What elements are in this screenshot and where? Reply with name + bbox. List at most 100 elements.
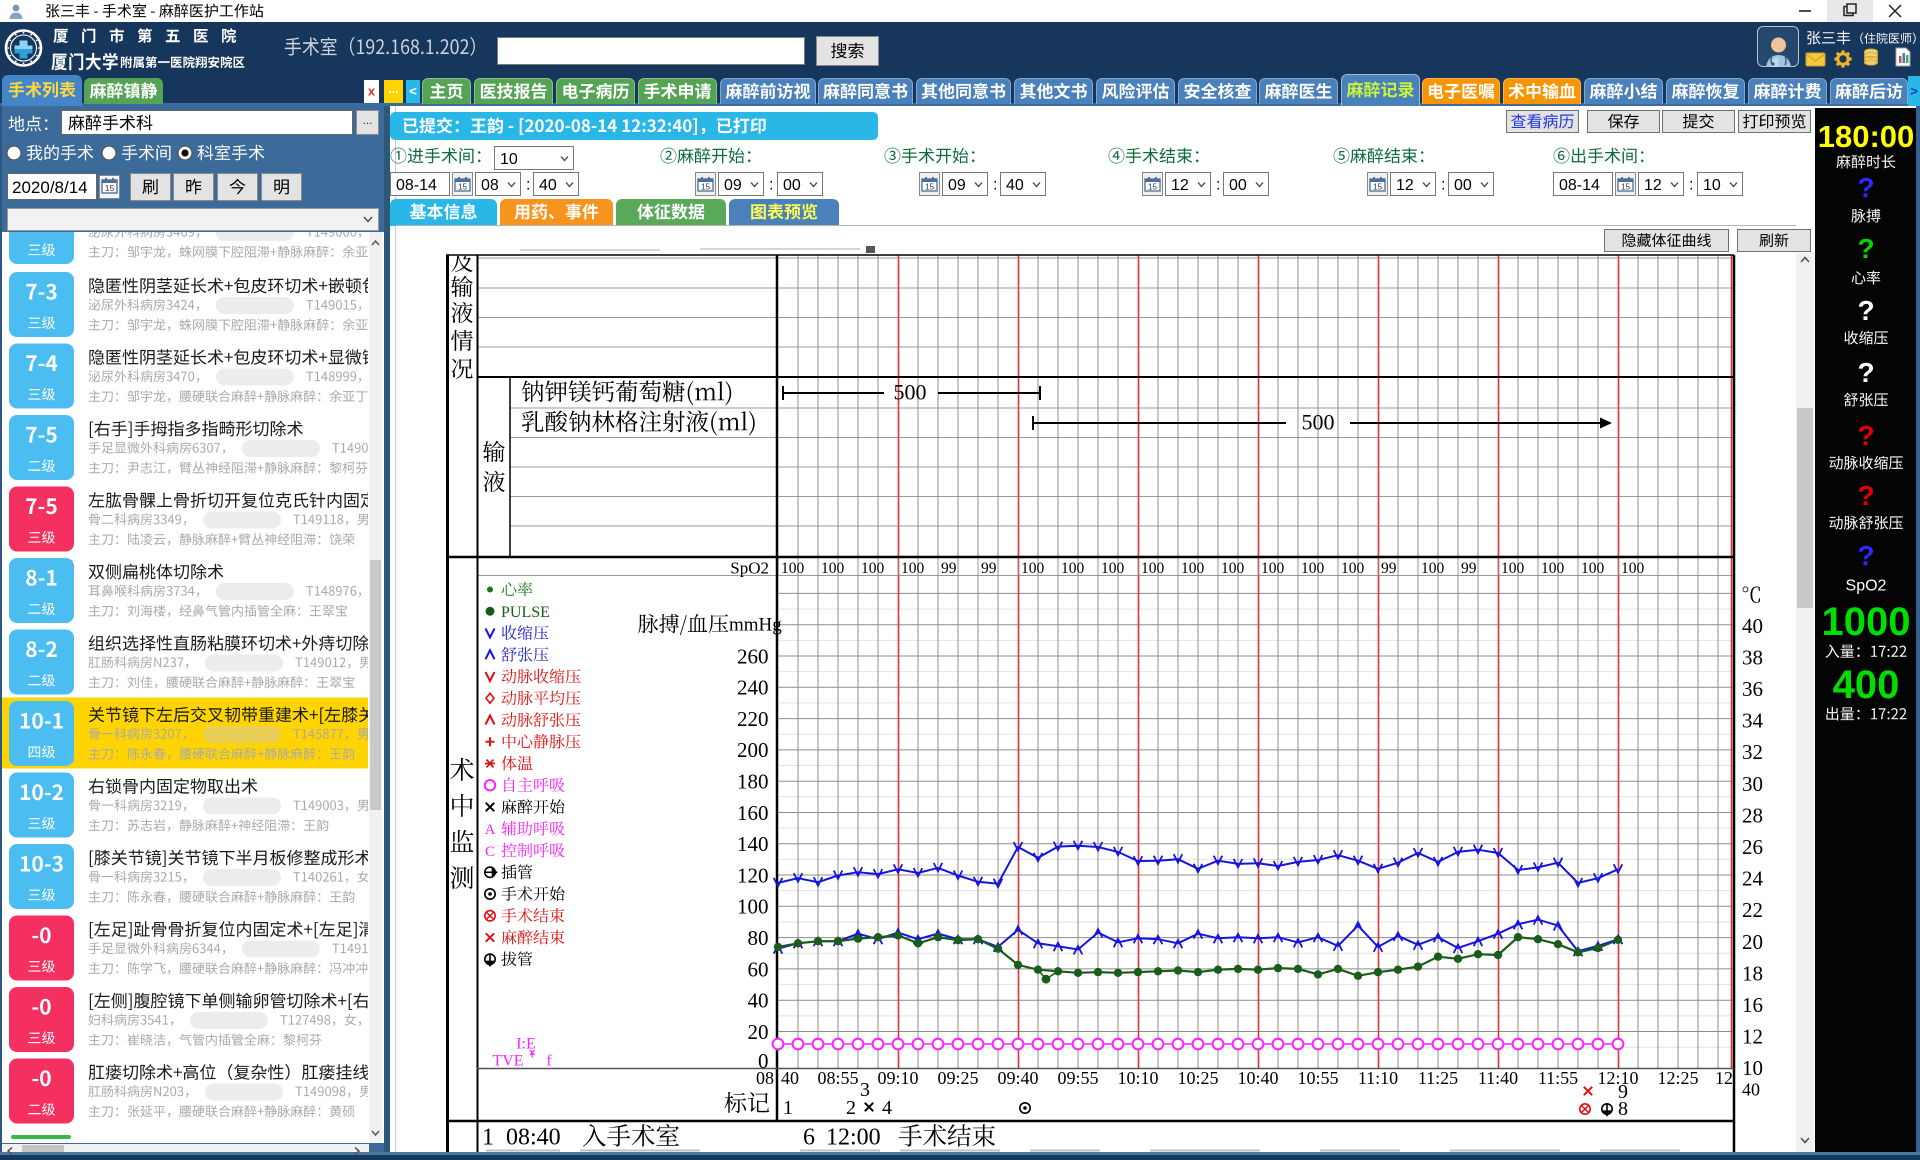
svg-text:6: 6 xyxy=(803,1124,815,1150)
svg-text:38: 38 xyxy=(1742,645,1763,669)
svg-text:100: 100 xyxy=(1581,560,1605,577)
svg-text:?: ? xyxy=(1857,420,1874,451)
svg-text:34: 34 xyxy=(1742,709,1764,733)
svg-text:100: 100 xyxy=(1341,560,1365,577)
svg-text:...: ... xyxy=(362,113,372,127)
svg-text:12: 12 xyxy=(1644,177,1662,194)
svg-text:11:40: 11:40 xyxy=(1478,1068,1518,1088)
svg-text:09: 09 xyxy=(724,177,742,194)
svg-text:180: 180 xyxy=(737,770,769,794)
svg-text:40: 40 xyxy=(1742,1079,1760,1099)
svg-text:100: 100 xyxy=(861,560,885,577)
svg-text:f: f xyxy=(546,1053,552,1070)
svg-text:18: 18 xyxy=(1742,961,1763,985)
svg-text:?: ? xyxy=(1857,480,1874,511)
svg-text:99: 99 xyxy=(1381,560,1397,577)
svg-text:22: 22 xyxy=(1742,898,1763,922)
svg-text:20: 20 xyxy=(1742,930,1763,954)
svg-text:10: 10 xyxy=(1703,177,1721,194)
svg-text:09:55: 09:55 xyxy=(1057,1068,1098,1088)
svg-text:40: 40 xyxy=(1742,614,1763,638)
svg-text:240: 240 xyxy=(737,676,769,700)
svg-text:100: 100 xyxy=(737,895,769,919)
svg-text:15: 15 xyxy=(925,182,934,191)
svg-text:12: 12 xyxy=(1396,177,1414,194)
svg-text:15: 15 xyxy=(105,183,115,193)
svg-text:200: 200 xyxy=(737,738,769,762)
svg-text:12:25: 12:25 xyxy=(1657,1068,1698,1088)
svg-text:09:40: 09:40 xyxy=(997,1068,1038,1088)
svg-text:15: 15 xyxy=(1148,182,1157,191)
svg-text:?: ? xyxy=(1857,357,1874,388)
svg-text:100: 100 xyxy=(781,560,805,577)
svg-text:1: 1 xyxy=(783,1097,793,1119)
svg-text:100: 100 xyxy=(1621,560,1645,577)
svg-text:100: 100 xyxy=(821,560,845,577)
svg-text:100: 100 xyxy=(1141,560,1165,577)
svg-text:TVE: TVE xyxy=(492,1053,523,1070)
svg-text:100: 100 xyxy=(1181,560,1205,577)
svg-text:A: A xyxy=(485,822,496,838)
svg-text:10:25: 10:25 xyxy=(1177,1068,1218,1088)
svg-text:11:25: 11:25 xyxy=(1418,1068,1458,1088)
svg-text::: : xyxy=(769,177,773,194)
svg-text:100: 100 xyxy=(1021,560,1045,577)
svg-text:26: 26 xyxy=(1742,835,1763,859)
svg-text::: : xyxy=(1441,177,1445,194)
svg-text:28: 28 xyxy=(1742,803,1763,827)
svg-text:100: 100 xyxy=(1421,560,1445,577)
svg-text:08: 08 xyxy=(481,177,499,194)
svg-text:180:00: 180:00 xyxy=(1818,119,1915,154)
svg-text:100: 100 xyxy=(1501,560,1525,577)
svg-text:32: 32 xyxy=(1742,740,1763,764)
svg-text:40: 40 xyxy=(539,177,557,194)
svg-text:260: 260 xyxy=(737,644,769,668)
svg-text:09: 09 xyxy=(948,177,966,194)
svg-text:12:00: 12:00 xyxy=(826,1124,881,1150)
svg-text:10:40: 10:40 xyxy=(1237,1068,1278,1088)
svg-text:80: 80 xyxy=(748,926,769,950)
svg-text:500: 500 xyxy=(1302,410,1335,435)
svg-text:3: 3 xyxy=(860,1079,870,1101)
svg-text:220: 220 xyxy=(737,707,769,731)
svg-text:10: 10 xyxy=(500,151,518,168)
svg-text:08:40: 08:40 xyxy=(506,1124,561,1150)
svg-text:160: 160 xyxy=(737,801,769,825)
svg-text:40: 40 xyxy=(748,989,769,1013)
svg-text:10:55: 10:55 xyxy=(1297,1068,1338,1088)
svg-text:00: 00 xyxy=(1229,177,1247,194)
svg-text:?: ? xyxy=(1857,295,1874,326)
svg-text:...: ... xyxy=(388,82,398,96)
svg-text:08:55: 08:55 xyxy=(817,1068,858,1088)
svg-text::: : xyxy=(526,177,530,194)
svg-text:10:10: 10:10 xyxy=(1117,1068,1158,1088)
svg-text:100: 100 xyxy=(901,560,925,577)
svg-text:100: 100 xyxy=(1541,560,1565,577)
svg-text:100: 100 xyxy=(1061,560,1085,577)
svg-text:I:E: I:E xyxy=(516,1036,536,1053)
svg-text:30: 30 xyxy=(1742,772,1763,796)
svg-text::: : xyxy=(993,177,997,194)
svg-text:<: < xyxy=(409,84,417,99)
svg-text:40: 40 xyxy=(1006,177,1024,194)
svg-text::: : xyxy=(1689,177,1693,194)
svg-text:>: > xyxy=(1910,84,1918,99)
svg-text:40: 40 xyxy=(781,1068,799,1088)
svg-text:SpO2: SpO2 xyxy=(730,559,769,578)
svg-text:11:10: 11:10 xyxy=(1358,1068,1398,1088)
svg-text:20: 20 xyxy=(748,1020,769,1044)
svg-text:60: 60 xyxy=(748,957,769,981)
svg-text:C: C xyxy=(485,844,495,860)
svg-text:400: 400 xyxy=(1833,663,1900,707)
svg-text:15: 15 xyxy=(458,182,467,191)
svg-text:mmHg: mmHg xyxy=(729,615,782,636)
svg-text:100: 100 xyxy=(1101,560,1125,577)
svg-text:12: 12 xyxy=(1742,1025,1763,1049)
svg-text:09:10: 09:10 xyxy=(877,1068,918,1088)
svg-text:09:25: 09:25 xyxy=(937,1068,978,1088)
svg-text:2020/8/14: 2020/8/14 xyxy=(12,178,88,197)
svg-text:1: 1 xyxy=(482,1124,494,1150)
svg-text::: : xyxy=(1216,177,1220,194)
svg-text:120: 120 xyxy=(737,863,769,887)
svg-text:8: 8 xyxy=(1618,1098,1628,1120)
